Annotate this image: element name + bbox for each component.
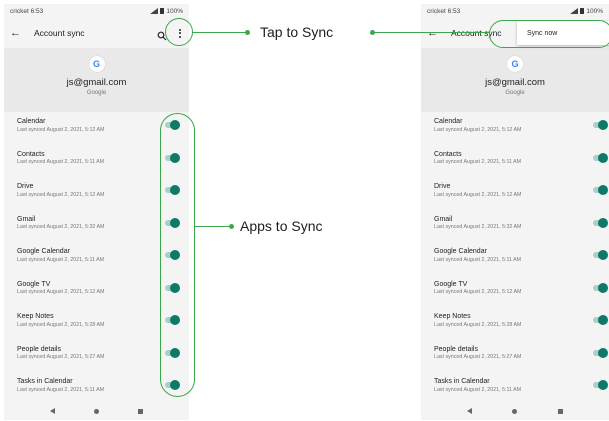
sync-item-name: People details [434, 345, 478, 353]
callout-apps-to-sync: Apps to Sync [240, 218, 323, 234]
battery-icon [580, 8, 585, 14]
wifi-signal-icon [150, 8, 159, 14]
sync-toggle[interactable] [593, 250, 608, 260]
nav-recents-icon[interactable] [138, 408, 144, 414]
sync-toggle-knob [598, 347, 608, 358]
tutorial-canvas: cricket 6:53 100% ← Account sync G js@gm… [0, 0, 609, 421]
sync-item-name: Google TV [434, 280, 468, 288]
sync-toggle-knob [598, 120, 608, 130]
account-header: G js@gmail.com Google [4, 48, 189, 112]
sync-item-name: Tasks in Calendar [434, 378, 490, 385]
status-bar: cricket 6:53 100% [4, 4, 189, 18]
sync-item-row[interactable]: Keep Notes Last synced August 2, 2021, 5:… [421, 307, 609, 340]
page-title: Account sync [34, 28, 85, 38]
sync-item-row[interactable]: Google Calendar Last synced August 2, 202… [421, 242, 609, 275]
battery-icon [160, 8, 165, 14]
sync-item-status: Last synced August 2, 2021, 5:27 AM [434, 354, 522, 360]
sync-item-row[interactable]: Gmail Last synced August 2, 2021, 5:32 AM [421, 210, 609, 243]
sync-toggle[interactable] [593, 185, 608, 195]
sync-item-name: Gmail [434, 215, 453, 223]
sync-toggle-knob [598, 217, 608, 228]
sync-item-name: Drive [434, 183, 451, 190]
sync-item-row[interactable]: Tasks in Calendar Last synced August 2, 2… [421, 372, 609, 405]
sync-toggle-knob [598, 250, 608, 260]
sync-toggle-knob [598, 185, 608, 195]
nav-home-icon[interactable] [512, 408, 518, 414]
account-provider: Google [505, 90, 525, 96]
nav-recents-icon[interactable] [557, 408, 563, 414]
sync-items-list: Calendar Last synced August 2, 2021, 5:12… [421, 112, 609, 405]
sync-item-status: Last synced August 2, 2021, 5:28 AM [434, 321, 522, 328]
google-logo-icon: G [88, 56, 105, 72]
app-bar: ← Account sync [4, 18, 189, 48]
phone-screen-after: cricket 6:53 100% ← Account sync G js@gm… [421, 4, 609, 420]
battery-percent: 100% [586, 7, 603, 15]
sync-item-status: Last synced August 2, 2021, 5:12 AM [434, 126, 522, 133]
status-icons: 100% [570, 8, 603, 15]
sync-item-name: Keep Notes [434, 313, 471, 320]
account-email: js@gmail.com [66, 77, 127, 88]
more-button-highlight [165, 18, 193, 46]
wifi-signal-icon [570, 8, 579, 14]
sync-toggle[interactable] [593, 380, 608, 390]
sync-item-name: Google Calendar [434, 248, 487, 255]
sync-toggle-knob [598, 380, 608, 390]
sync-item-name: Calendar [434, 118, 463, 125]
sync-item-status: Last synced August 2, 2021, 5:12 AM [434, 191, 522, 198]
back-arrow-icon[interactable]: ← [10, 27, 24, 39]
status-icons: 100% [150, 8, 183, 15]
tap-connector-dot-left [245, 30, 250, 35]
sync-toggle[interactable] [593, 282, 608, 293]
sync-item-status: Last synced August 2, 2021, 5:11 AM [434, 256, 522, 263]
apps-connector-dot [229, 224, 234, 229]
battery-percent: 100% [166, 7, 183, 15]
sync-item-status: Last synced August 2, 2021, 5:11 AM [434, 386, 522, 393]
system-nav-bar [421, 402, 609, 420]
sync-item-row[interactable]: Google TV Last synced August 2, 2021, 5:1… [421, 275, 609, 308]
sync-item-status: Last synced August 2, 2021, 5:32 AM [434, 224, 522, 230]
sync-item-row[interactable]: People details Last synced August 2, 2021… [421, 340, 609, 373]
sync-item-status: Last synced August 2, 2021, 5:11 AM [434, 159, 522, 165]
sync-toggle[interactable] [593, 217, 608, 228]
sync-item-row[interactable]: Calendar Last synced August 2, 2021, 5:12… [421, 112, 609, 145]
toggles-highlight [160, 113, 195, 397]
account-header: G js@gmail.com Google [421, 48, 609, 112]
sync-toggle-knob [598, 315, 608, 325]
system-nav-bar [4, 402, 189, 420]
callout-tap-to-sync: Tap to Sync [260, 24, 334, 40]
nav-back-icon[interactable] [49, 408, 55, 414]
sync-toggle-knob [598, 282, 608, 293]
account-provider: Google [86, 90, 107, 96]
sync-now-highlight [489, 20, 609, 48]
tap-connector-left [193, 32, 248, 34]
carrier-time: cricket 6:53 [10, 7, 44, 15]
sync-toggle[interactable] [593, 120, 608, 130]
sync-item-name: Contacts [434, 150, 462, 158]
nav-home-icon[interactable] [93, 408, 99, 414]
sync-toggle[interactable] [593, 315, 608, 325]
nav-back-icon[interactable] [467, 408, 473, 414]
sync-item-row[interactable]: Contacts Last synced August 2, 2021, 5:11… [421, 145, 609, 178]
apps-connector [195, 226, 231, 228]
carrier-time: cricket 6:53 [427, 7, 461, 15]
google-logo-icon: G [507, 56, 523, 72]
account-email: js@gmail.com [485, 77, 545, 88]
status-bar: cricket 6:53 100% [421, 4, 609, 18]
sync-toggle-knob [598, 152, 608, 163]
sync-toggle[interactable] [593, 347, 608, 358]
sync-item-row[interactable]: Drive Last synced August 2, 2021, 5:12 AM [421, 177, 609, 210]
sync-item-status: Last synced August 2, 2021, 5:12 AM [434, 289, 522, 295]
tap-connector-right [373, 32, 489, 34]
sync-toggle[interactable] [593, 152, 608, 163]
